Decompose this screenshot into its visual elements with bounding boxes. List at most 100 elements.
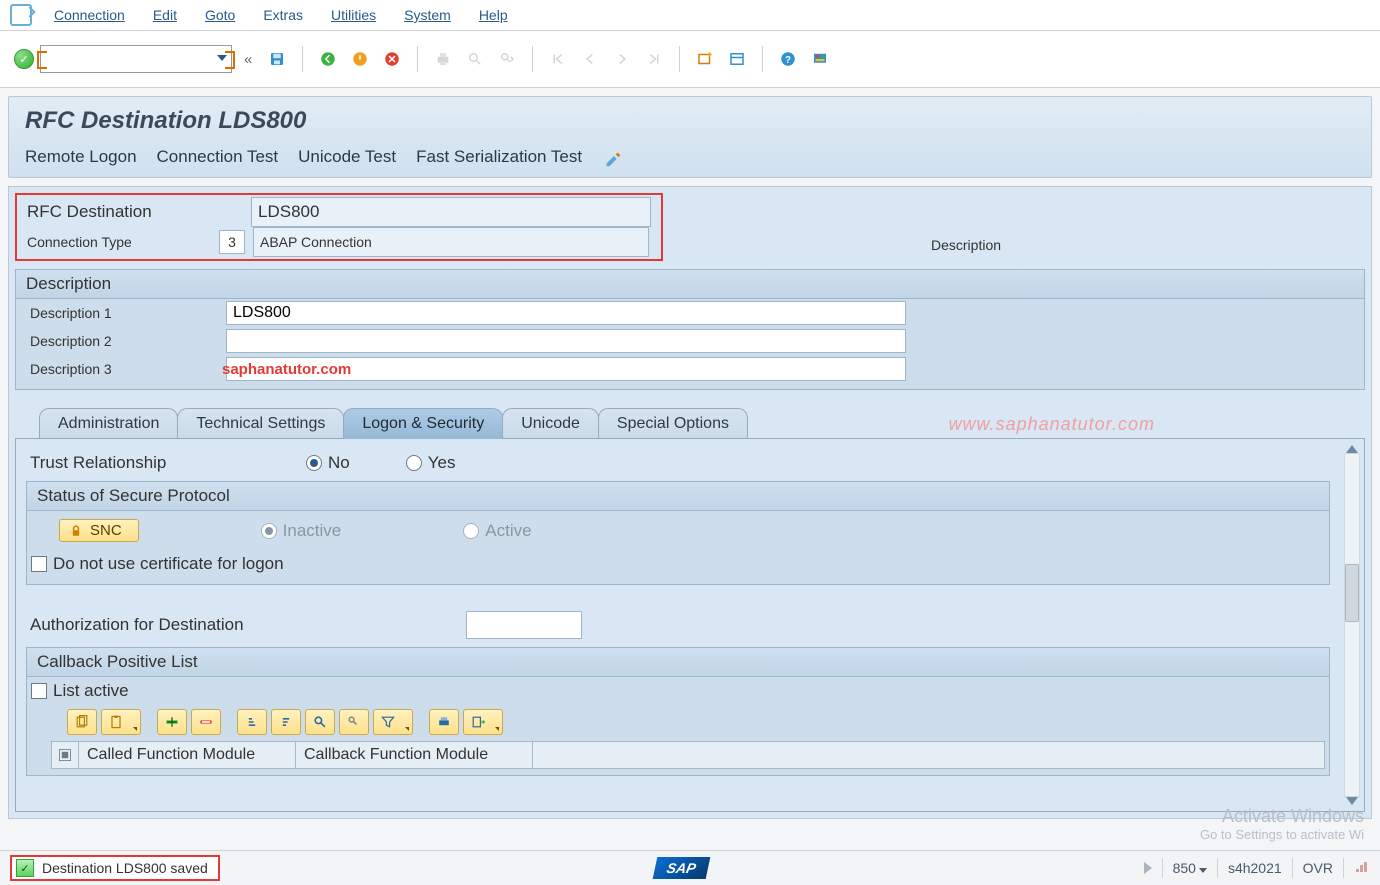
no-cert-checkbox[interactable]: Do not use certificate for logon <box>31 554 284 574</box>
find-icon <box>462 46 488 72</box>
remote-logon-button[interactable]: Remote Logon <box>25 147 137 167</box>
col-callback-fm[interactable]: Callback Function Module <box>296 742 533 768</box>
tab-watermark: www.saphanatutor.com <box>949 414 1155 435</box>
sap-logo: SAP <box>653 857 710 879</box>
menu-system[interactable]: System <box>392 3 463 27</box>
select-all-icon[interactable] <box>52 742 79 768</box>
first-page-icon <box>545 46 571 72</box>
print-icon <box>430 46 456 72</box>
status-system: s4h2021 <box>1228 860 1282 876</box>
find-in-table-icon[interactable] <box>305 709 335 735</box>
command-input[interactable] <box>41 51 231 67</box>
description1-input[interactable] <box>226 301 906 325</box>
description2-label: Description 2 <box>30 333 220 349</box>
sort-asc-icon[interactable] <box>237 709 267 735</box>
menu-edit[interactable]: Edit <box>141 3 189 27</box>
snc-inactive-radio: Inactive <box>261 521 342 541</box>
rfc-destination-value[interactable]: LDS800 <box>251 197 651 227</box>
configure-icon[interactable] <box>602 147 624 167</box>
unicode-test-button[interactable]: Unicode Test <box>298 147 396 167</box>
callback-toolbar <box>27 705 1329 739</box>
trust-no-radio[interactable]: No <box>306 453 350 473</box>
trust-relationship-label: Trust Relationship <box>30 453 290 473</box>
find-next-icon <box>494 46 520 72</box>
save-icon[interactable] <box>264 46 290 72</box>
find-next-in-table-icon[interactable] <box>339 709 369 735</box>
chevron-left-double-icon[interactable]: « <box>244 51 252 68</box>
col-called-fm[interactable]: Called Function Module <box>79 742 296 768</box>
list-active-checkbox[interactable]: List active <box>31 681 129 701</box>
callback-table-header: Called Function Module Callback Function… <box>51 741 1325 769</box>
panel-scrollbar[interactable] <box>1342 441 1362 809</box>
paste-icon[interactable] <box>101 709 141 735</box>
menu-goto[interactable]: Goto <box>193 3 247 27</box>
tabstrip: Administration Technical Settings Logon … <box>15 408 1365 439</box>
rfc-destination-label: RFC Destination <box>21 198 251 226</box>
menubar: Connection Edit Goto Extras Utilities Sy… <box>0 0 1380 31</box>
delete-row-icon[interactable] <box>191 709 221 735</box>
description1-label: Description 1 <box>30 305 220 321</box>
gui-options-icon[interactable] <box>807 46 833 72</box>
enter-button[interactable]: ✓ <box>14 49 34 69</box>
scroll-down-icon[interactable] <box>1346 797 1358 805</box>
copy-icon[interactable] <box>67 709 97 735</box>
cancel-icon[interactable] <box>379 46 405 72</box>
scroll-up-icon[interactable] <box>1346 445 1358 453</box>
connection-test-button[interactable]: Connection Test <box>157 147 279 167</box>
tab-unicode[interactable]: Unicode <box>502 408 599 439</box>
description-side-label: Description <box>925 233 1057 257</box>
system-toolbar: ✓ « ? <box>0 31 1380 88</box>
auth-input[interactable] <box>466 611 582 639</box>
sort-desc-icon[interactable] <box>271 709 301 735</box>
statusbar: ✓ Destination LDS800 saved SAP 850 s4h20… <box>0 850 1380 885</box>
description-group: Description Description 1 Description 2 … <box>15 269 1365 390</box>
status-message-box: ✓ Destination LDS800 saved <box>10 855 220 881</box>
window-menu-icon[interactable] <box>10 4 32 26</box>
description-group-title: Description <box>16 270 1364 299</box>
menu-extras[interactable]: Extras <box>251 3 315 27</box>
scroll-thumb[interactable] <box>1345 564 1359 622</box>
connection-type-label: Connection Type <box>21 230 219 254</box>
status-right: 850 s4h2021 OVR <box>1144 858 1370 878</box>
callback-title: Callback Positive List <box>27 648 1329 677</box>
print-table-icon[interactable] <box>429 709 459 735</box>
description3-label: Description 3 <box>30 361 220 377</box>
filter-icon[interactable] <box>373 709 413 735</box>
auth-label: Authorization for Destination <box>30 615 310 635</box>
tab-panel-logon-security: Trust Relationship No Yes Status of Secu… <box>15 438 1365 812</box>
description3-input[interactable] <box>226 357 906 381</box>
status-insert-mode[interactable]: OVR <box>1303 860 1333 876</box>
status-client[interactable]: 850 <box>1173 860 1207 876</box>
fast-serialization-test-button[interactable]: Fast Serialization Test <box>416 147 582 167</box>
svg-text:?: ? <box>785 55 791 66</box>
command-dropdown-icon[interactable] <box>217 55 227 61</box>
insert-row-icon[interactable] <box>157 709 187 735</box>
tab-logon-security[interactable]: Logon & Security <box>343 408 503 439</box>
prev-page-icon <box>577 46 603 72</box>
menu-utilities[interactable]: Utilities <box>319 3 388 27</box>
tab-special-options[interactable]: Special Options <box>598 408 748 439</box>
back-icon[interactable] <box>315 46 341 72</box>
exit-icon[interactable] <box>347 46 373 72</box>
menu-connection[interactable]: Connection <box>42 3 137 27</box>
help-icon[interactable]: ? <box>775 46 801 72</box>
command-field[interactable] <box>40 45 232 73</box>
trust-yes-radio[interactable]: Yes <box>406 453 456 473</box>
tab-administration[interactable]: Administration <box>39 408 178 439</box>
callback-group: Callback Positive List List active <box>26 647 1330 776</box>
status-signal-icon[interactable] <box>1354 860 1370 877</box>
new-session-icon[interactable] <box>692 46 718 72</box>
menu-help[interactable]: Help <box>467 3 520 27</box>
layout-icon[interactable] <box>724 46 750 72</box>
secure-protocol-group: Status of Secure Protocol SNC Inactive A… <box>26 481 1330 585</box>
snc-button[interactable]: SNC <box>59 519 139 542</box>
export-icon[interactable] <box>463 709 503 735</box>
description2-input[interactable] <box>226 329 906 353</box>
page-title: RFC Destination LDS800 <box>9 97 1371 141</box>
connection-type-text: ABAP Connection <box>253 227 649 257</box>
status-expand-icon[interactable] <box>1144 862 1152 874</box>
title-area: RFC Destination LDS800 Remote Logon Conn… <box>8 96 1372 178</box>
connection-type-code[interactable]: 3 <box>219 230 245 254</box>
main-body: RFC Destination LDS800 Connection Type 3… <box>8 186 1372 819</box>
tab-technical-settings[interactable]: Technical Settings <box>177 408 344 439</box>
